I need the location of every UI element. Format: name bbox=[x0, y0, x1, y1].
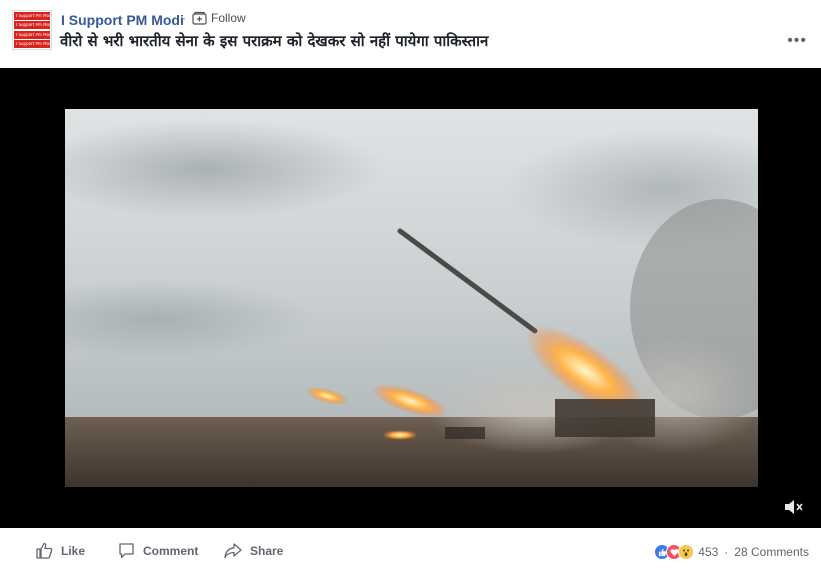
mute-icon[interactable] bbox=[783, 498, 803, 516]
follow-label: Follow bbox=[211, 11, 246, 25]
post-header: I Support Pm Modi I Support Pm Modi I Su… bbox=[0, 0, 821, 60]
video-player[interactable] bbox=[0, 68, 821, 528]
comment-icon bbox=[119, 543, 134, 559]
reaction-icons bbox=[654, 544, 695, 560]
comments-count-link[interactable]: 28 Comments bbox=[734, 545, 809, 559]
reactions-count: 453 bbox=[698, 545, 719, 559]
avatar-logo-text: I Support Pm Modi bbox=[16, 14, 50, 18]
share-label: Share bbox=[250, 543, 284, 558]
thumbs-up-icon bbox=[36, 542, 53, 559]
follow-icon bbox=[192, 11, 207, 25]
more-options-button[interactable]: ••• bbox=[787, 32, 807, 50]
share-icon bbox=[224, 543, 242, 559]
wow-reaction-icon bbox=[678, 544, 695, 560]
like-button[interactable]: Like bbox=[36, 542, 85, 559]
page-name-link[interactable]: I Support PM Modi bbox=[61, 12, 184, 28]
follow-button[interactable]: Follow bbox=[192, 11, 246, 25]
post-actions-bar: Like Comment Share 453 · 28 Comments bbox=[0, 528, 821, 576]
share-button[interactable]: Share bbox=[224, 542, 283, 559]
page-avatar[interactable]: I Support Pm Modi I Support Pm Modi I Su… bbox=[12, 10, 52, 50]
reactions-summary[interactable]: 453 · 28 Comments bbox=[654, 544, 809, 560]
reactions-separator: · bbox=[724, 545, 729, 559]
post-text: वीरो से भरी भारतीय सेना के इस पराक्रम को… bbox=[60, 32, 489, 50]
like-label: Like bbox=[61, 543, 86, 558]
comment-button[interactable]: Comment bbox=[118, 542, 198, 559]
comment-label: Comment bbox=[143, 543, 199, 558]
video-frame[interactable] bbox=[65, 109, 758, 487]
header-separator: · bbox=[182, 11, 186, 25]
video-still-image bbox=[65, 109, 758, 487]
